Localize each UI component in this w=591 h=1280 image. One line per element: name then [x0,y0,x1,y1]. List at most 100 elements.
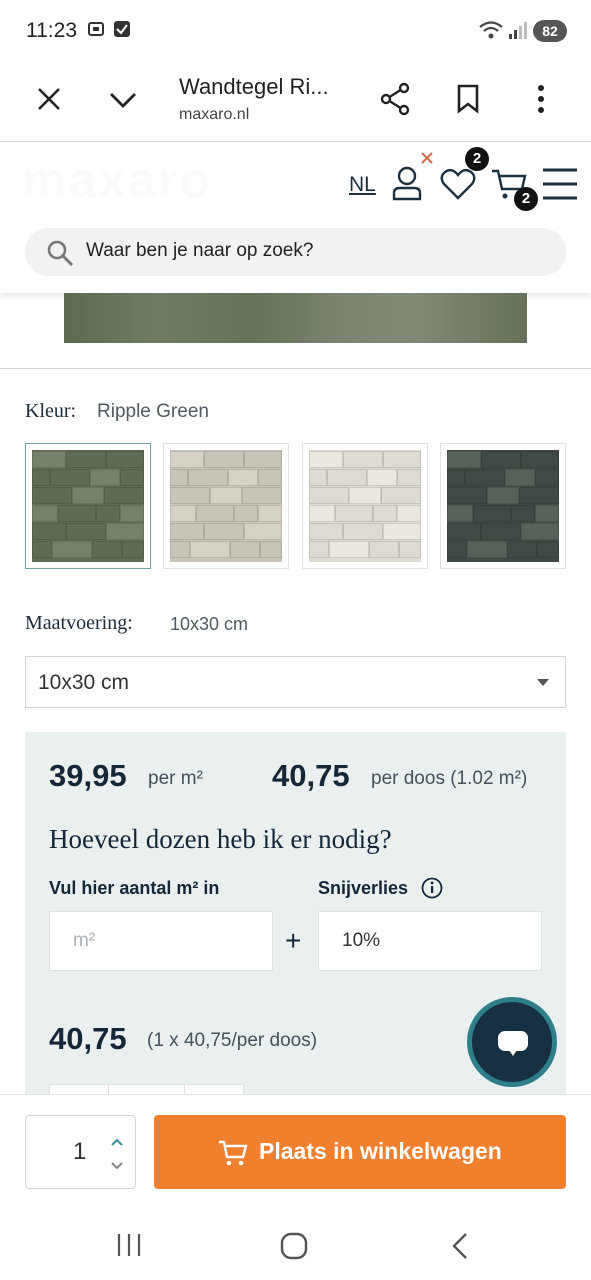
tile-brick [327,469,367,486]
more-options-icon[interactable] [536,84,546,119]
tile-brick [369,541,399,558]
tile-brick [170,523,204,540]
add-to-cart-label: Plaats in winkelwagen [259,1138,502,1164]
area-input[interactable]: m² [49,911,273,971]
waste-label: Snijverlies [318,878,409,898]
signal-icon [508,20,530,39]
tile-brick [487,487,519,504]
color-swatch[interactable] [163,443,289,569]
tile-brick [447,505,473,522]
tile-brick [204,523,244,540]
tile-brick [349,487,381,504]
home-icon[interactable] [280,1232,308,1265]
tile-brick [343,451,383,468]
calculator-question: Hoeveel dozen heb ik er nodig? [49,824,392,854]
recent-apps-icon[interactable] [116,1232,142,1263]
chevron-down-icon[interactable] [110,1158,124,1176]
price-per-m2-unit: per m² [148,768,203,789]
add-to-cart-button[interactable]: Plaats in winkelwagen [154,1115,566,1189]
tile-brick [122,541,144,558]
tile-brick [447,469,465,486]
back-icon[interactable] [450,1232,470,1265]
tile-brick [50,469,90,486]
page-title[interactable]: Wandtegel Ri... [179,74,329,100]
status-time: 11:23 [26,19,77,42]
chat-bubble-icon [496,1029,530,1064]
search-input[interactable]: Waar ben je naar op zoek? [25,228,566,276]
total-price: 40,75 [49,1021,127,1056]
price-per-m2: 39,95 [49,758,127,793]
tile-brick [104,487,144,504]
tile-brick [106,523,144,540]
cart-count-badge: 2 [514,187,538,211]
tile-brick [447,487,487,504]
tile-brick [535,505,559,522]
wifi-icon [478,20,504,39]
tile-brick [521,451,559,468]
bookmark-icon[interactable] [456,84,480,119]
tile-brick [258,469,282,486]
hamburger-menu-icon[interactable] [541,167,579,206]
tile-brick [505,469,535,486]
tile-brick [234,505,258,522]
color-swatch[interactable] [25,443,151,569]
tile-brick [190,541,230,558]
color-swatch[interactable] [302,443,428,569]
info-icon[interactable] [421,877,443,904]
chevron-up-icon[interactable] [110,1134,124,1152]
battery-indicator: 82 [533,20,567,42]
search-icon [46,239,74,272]
quantity-stepper[interactable]: 1 [25,1115,136,1189]
tile-brick [521,523,559,540]
tile-brick [381,487,421,504]
tile-brick [196,505,234,522]
tile-brick [397,505,421,522]
cart-icon [218,1139,248,1172]
tile-brick [397,469,421,486]
tile-brick [244,523,282,540]
area-placeholder: m² [73,930,96,951]
tile-brick [120,505,144,522]
tile-brick [66,523,106,540]
chat-button[interactable] [467,997,557,1087]
check-notification-icon [113,20,131,38]
size-select[interactable]: 10x30 cm [25,656,566,708]
tile-brick [467,541,507,558]
tile-brick [507,541,537,558]
tile-brick [72,487,104,504]
tile-brick [66,451,106,468]
tile-brick [170,505,196,522]
price-per-box: 40,75 [272,758,350,793]
size-label: Maatvoering: [25,612,133,634]
tile-brick [343,523,383,540]
tile-brick [188,469,228,486]
close-icon[interactable] [36,86,62,117]
browser-toolbar: Wandtegel Ri... maxaro.nl [0,62,591,142]
page-domain[interactable]: maxaro.nl [179,106,249,124]
waste-value: 10% [342,930,381,951]
product-image[interactable] [64,293,527,343]
tile-brick [92,541,122,558]
waste-input[interactable]: 10% [318,911,542,971]
swatch-tile-image [447,450,559,562]
search-placeholder: Waar ben je naar op zoek? [86,240,314,261]
site-logo[interactable]: maxaro [22,151,212,209]
swatch-tile-image [170,450,282,562]
tile-brick [210,487,242,504]
share-icon[interactable] [379,82,411,121]
wishlist-heart-icon[interactable] [440,167,476,206]
tile-brick [96,505,120,522]
tile-brick [519,487,559,504]
tile-brick [309,523,343,540]
tile-brick [465,469,505,486]
chevron-down-icon[interactable] [108,90,138,115]
color-swatch[interactable] [440,443,566,569]
tile-brick [242,487,282,504]
status-bar: 11:23 82 [0,0,591,62]
tile-brick [447,541,467,558]
tile-brick [511,505,535,522]
swatch-tile-image [309,450,421,562]
screenshot-icon [87,20,105,38]
language-selector[interactable]: NL [349,173,376,197]
tile-brick [447,451,481,468]
